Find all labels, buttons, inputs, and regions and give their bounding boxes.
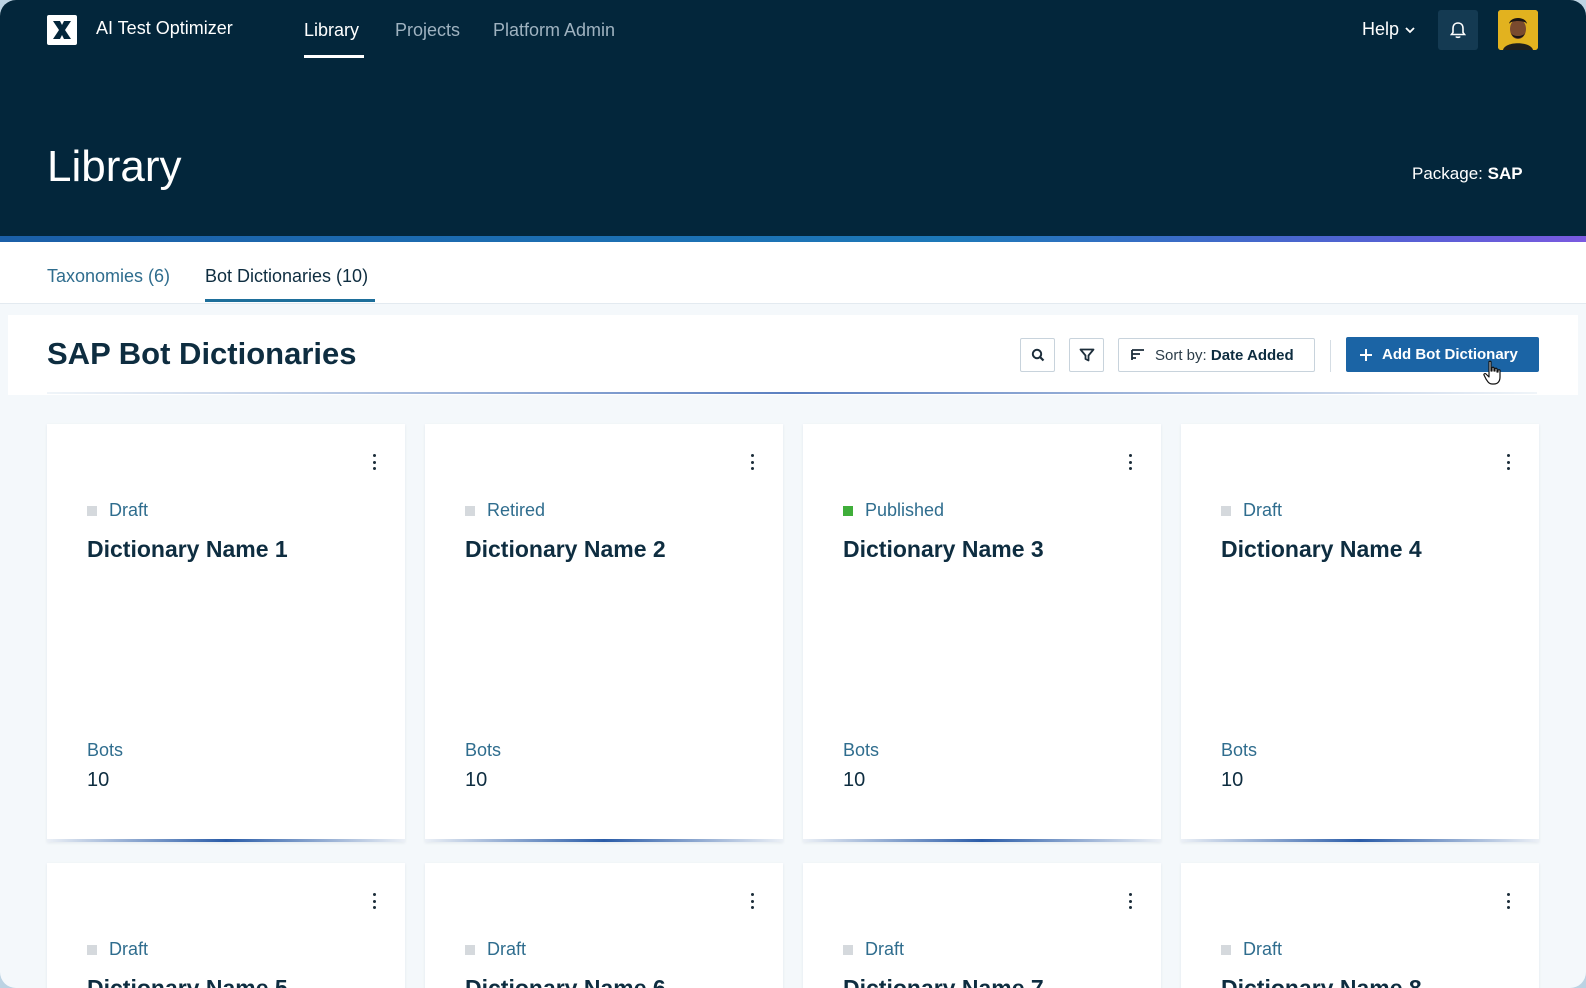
app-window: AI Test Optimizer Library Projects Platf… [0,0,1586,988]
notifications-button[interactable] [1438,10,1478,50]
search-icon [1031,348,1044,362]
sort-icon [1131,349,1144,360]
status-dot [843,505,853,516]
dictionary-name[interactable]: Dictionary Name 6 [465,975,666,988]
card-accent-line [47,839,405,842]
dictionary-name[interactable]: Dictionary Name 7 [843,975,1044,988]
sort-dropdown[interactable]: Sort by: Date Added [1118,338,1315,372]
toolbar-accent-line [47,392,1537,394]
status-badge: Draft [843,939,904,960]
status-badge: Retired [465,500,545,521]
sort-prefix: Sort by: [1155,346,1207,364]
tab-bot-dictionaries[interactable]: Bot Dictionaries (10) [205,266,368,287]
bots-label: Bots [843,740,880,760]
help-label: Help [1362,19,1400,39]
dictionary-card[interactable]: Draft Dictionary Name 5 [47,863,405,988]
dictionary-card[interactable]: Draft Dictionary Name 8 [1181,863,1539,988]
package-label: Package: [1412,164,1483,183]
card-accent-line [1181,839,1539,842]
status-badge: Published [843,500,944,521]
nav-platform-admin[interactable]: Platform Admin [493,20,615,41]
dictionary-name[interactable]: Dictionary Name 4 [1221,536,1422,563]
dictionary-name[interactable]: Dictionary Name 1 [87,536,288,563]
tab-active-indicator [205,299,375,302]
filter-button[interactable] [1069,338,1104,372]
hand-cursor-icon [1483,360,1501,385]
tab-taxonomies[interactable]: Taxonomies (6) [47,266,170,287]
sort-value: Date Added [1210,346,1294,364]
status-badge: Draft [465,939,526,960]
library-tabs: Taxonomies (6) Bot Dictionaries (10) [0,242,1586,304]
more-options-icon[interactable] [1505,893,1511,909]
bots-count: 10 [87,769,110,791]
dictionary-name[interactable]: Dictionary Name 3 [843,536,1044,563]
app-logo-icon[interactable] [47,15,77,45]
package-value: SAP [1487,164,1523,183]
status-dot [87,505,97,516]
status-badge: Draft [87,500,148,521]
more-options-icon[interactable] [1127,454,1133,470]
add-bot-dictionary-button[interactable]: Add Bot Dictionary [1346,337,1539,372]
status-label: Retired [487,500,546,520]
app-name: AI Test Optimizer [96,18,233,38]
nav-library[interactable]: Library [304,20,359,41]
section-title: SAP Bot Dictionaries [47,336,357,371]
bots-label: Bots [465,740,502,760]
status-dot [1221,944,1231,955]
bots-count: 10 [465,769,488,791]
bots-label: Bots [87,740,124,760]
status-dot [465,944,475,955]
nav-projects[interactable]: Projects [395,20,460,41]
status-label: Draft [1243,500,1283,520]
dictionary-card[interactable]: Retired Dictionary Name 2 Bots 10 [425,424,783,842]
more-options-icon[interactable] [371,454,377,470]
package-indicator: Package: SAP [1412,164,1523,184]
dictionary-card[interactable]: Published Dictionary Name 3 Bots 10 [803,424,1161,842]
more-options-icon[interactable] [749,454,755,470]
status-dot [87,944,97,955]
dictionary-card[interactable]: Draft Dictionary Name 1 Bots 10 [47,424,405,842]
bots-count: 10 [843,769,866,791]
top-header: AI Test Optimizer Library Projects Platf… [0,0,1586,236]
card-accent-line [425,839,783,842]
help-menu[interactable]: Help [1362,19,1415,40]
status-badge: Draft [1221,500,1282,521]
sort-label: Sort by: Date Added [1155,347,1294,364]
dictionary-card[interactable]: Draft Dictionary Name 4 Bots 10 [1181,424,1539,842]
dictionary-name[interactable]: Dictionary Name 2 [465,536,666,563]
filter-icon [1079,348,1094,362]
status-dot [1221,505,1231,516]
more-options-icon[interactable] [749,893,755,909]
status-label: Draft [109,500,149,520]
bots-count: 10 [1221,769,1244,791]
status-label: Draft [865,939,905,959]
page-title: Library [47,142,182,191]
user-avatar[interactable] [1498,10,1538,50]
nav-active-indicator [304,55,364,58]
dictionary-card[interactable]: Draft Dictionary Name 7 [803,863,1161,988]
status-label: Draft [1243,939,1283,959]
dictionary-name[interactable]: Dictionary Name 8 [1221,975,1422,988]
bots-label: Bots [1221,740,1258,760]
dictionary-name[interactable]: Dictionary Name 5 [87,975,288,988]
plus-icon [1360,348,1372,361]
search-button[interactable] [1020,338,1055,372]
status-dot [843,944,853,955]
bell-icon [1449,22,1467,39]
status-label: Draft [487,939,527,959]
dictionary-card[interactable]: Draft Dictionary Name 6 [425,863,783,988]
card-accent-line [803,839,1161,842]
more-options-icon[interactable] [1127,893,1133,909]
status-dot [465,505,475,516]
status-badge: Draft [1221,939,1282,960]
status-label: Published [865,500,945,520]
status-badge: Draft [87,939,148,960]
more-options-icon[interactable] [371,893,377,909]
status-label: Draft [109,939,149,959]
more-options-icon[interactable] [1505,454,1511,470]
chevron-down-icon [1405,26,1415,33]
toolbar-divider [1330,340,1331,372]
